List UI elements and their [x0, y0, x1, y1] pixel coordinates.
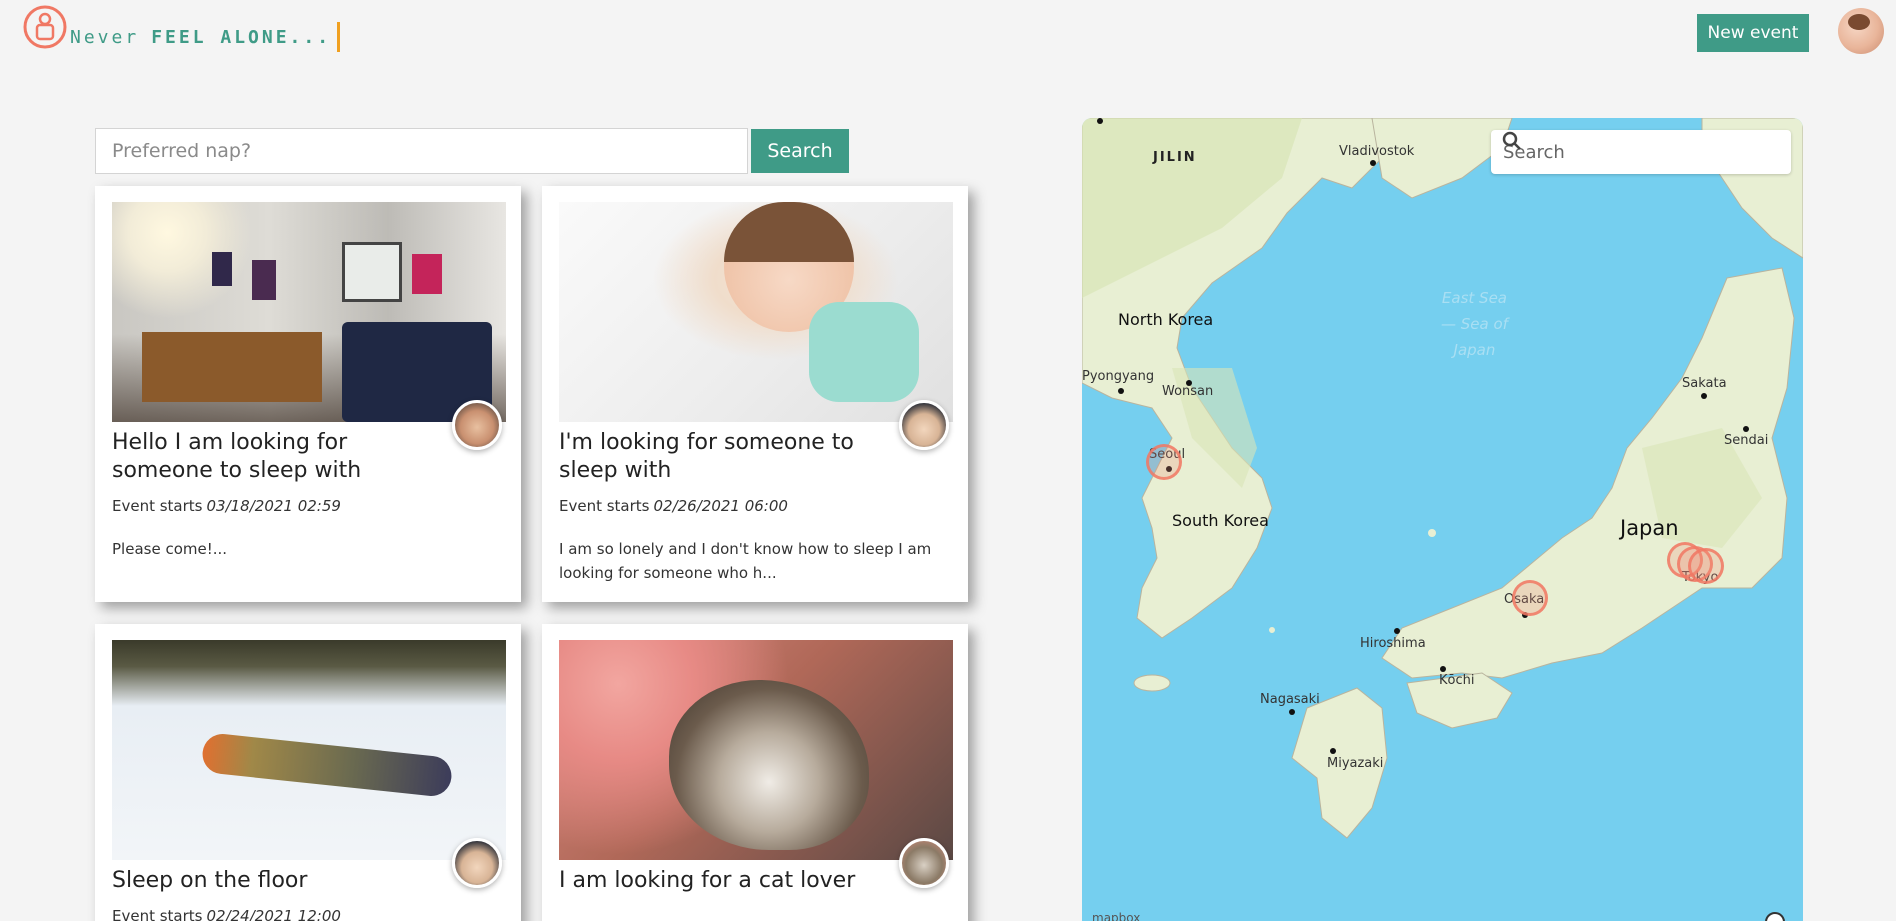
map-search[interactable] [1491, 130, 1791, 174]
label-nagasaki: Nagasaki [1260, 692, 1320, 707]
event-image[interactable] [559, 202, 953, 422]
event-start: Event starts 02/24/2021 12:00 [112, 907, 341, 921]
event-image[interactable] [112, 640, 506, 860]
event-marker[interactable] [1688, 548, 1724, 584]
event-start-label: Event starts [112, 497, 203, 515]
event-marker[interactable] [1512, 580, 1548, 616]
event-marker[interactable] [1146, 444, 1182, 480]
event-image[interactable] [559, 640, 953, 860]
label-miyazaki: Miyazaki [1327, 756, 1384, 771]
map-search-input[interactable] [1503, 141, 1743, 163]
tagline-prefix: Never [70, 26, 140, 48]
host-avatar[interactable] [899, 838, 949, 888]
city-dot [1289, 709, 1295, 715]
city-dot [1440, 666, 1446, 672]
event-start-date: 02/26/2021 06:00 [653, 497, 788, 515]
event-start-label: Event starts [112, 907, 203, 921]
event-card[interactable]: Hello I am looking for someone to sleep … [95, 186, 521, 602]
map[interactable]: JILIN Vladivostok North Korea Pyongyang … [1082, 118, 1803, 921]
event-card[interactable]: Sleep on the floor Event starts 02/24/202… [95, 624, 521, 921]
host-avatar[interactable] [899, 400, 949, 450]
sea-label-line: — Sea of [1441, 315, 1508, 333]
label-wonsan: Wonsan [1162, 384, 1214, 399]
city-dot [1118, 388, 1124, 394]
event-title[interactable]: I'm looking for someone to sleep with [559, 429, 879, 485]
tagline: Never FEEL ALONE... [70, 22, 341, 52]
event-title[interactable]: Hello I am looking for someone to sleep … [112, 429, 432, 485]
label-north-korea: North Korea [1118, 310, 1214, 329]
sea-label-line: East Sea [1441, 289, 1507, 307]
event-start: Event starts 03/18/2021 02:59 [112, 497, 341, 515]
sea-label: East Sea — Sea of Japan [1441, 285, 1508, 363]
event-image[interactable] [112, 202, 506, 422]
event-start-date: 02/24/2021 12:00 [206, 907, 341, 921]
event-card[interactable]: I'm looking for someone to sleep with Ev… [542, 186, 968, 602]
event-title[interactable]: I am looking for a cat lover [559, 867, 879, 895]
new-event-button[interactable]: New event [1697, 14, 1809, 52]
city-dot [1701, 393, 1707, 399]
event-description: Please come!... [112, 540, 228, 558]
event-start-date: 03/18/2021 02:59 [206, 497, 341, 515]
event-description: I am so lonely and I don't know how to s… [559, 540, 932, 582]
host-avatar[interactable] [452, 838, 502, 888]
city-dot [1186, 380, 1192, 386]
label-sakata: Sakata [1682, 376, 1727, 391]
label-vladivostok: Vladivostok [1339, 144, 1415, 159]
label-japan: Japan [1620, 516, 1679, 540]
label-hiroshima: Hiroshima [1360, 636, 1426, 651]
search-input[interactable] [95, 128, 748, 174]
city-dot [1743, 426, 1749, 432]
mapbox-logo[interactable]: mapbox [1092, 911, 1202, 921]
city-dot [1330, 748, 1336, 754]
tagline-strong: FEEL ALONE... [151, 26, 332, 48]
search-button[interactable]: Search [751, 129, 849, 173]
label-kochi: Kōchi [1439, 673, 1475, 688]
city-dot [1394, 628, 1400, 634]
event-title[interactable]: Sleep on the floor [112, 867, 432, 895]
event-start-label: Event starts [559, 497, 650, 515]
sea-label-line: Japan [1453, 341, 1496, 359]
city-dot [1097, 118, 1103, 124]
event-start: Event starts 02/26/2021 06:00 [559, 497, 788, 515]
user-avatar[interactable] [1838, 8, 1884, 54]
search-icon [1502, 131, 1521, 150]
label-jilin: JILIN [1153, 150, 1197, 165]
typing-caret [337, 22, 341, 52]
label-pyongyang: Pyongyang [1082, 369, 1155, 384]
label-south-korea: South Korea [1172, 511, 1269, 530]
logo-icon[interactable] [22, 4, 68, 50]
event-card[interactable]: I am looking for a cat lover [542, 624, 968, 921]
city-dot [1370, 160, 1376, 166]
host-avatar[interactable] [452, 400, 502, 450]
label-sendai: Sendai [1724, 433, 1769, 448]
